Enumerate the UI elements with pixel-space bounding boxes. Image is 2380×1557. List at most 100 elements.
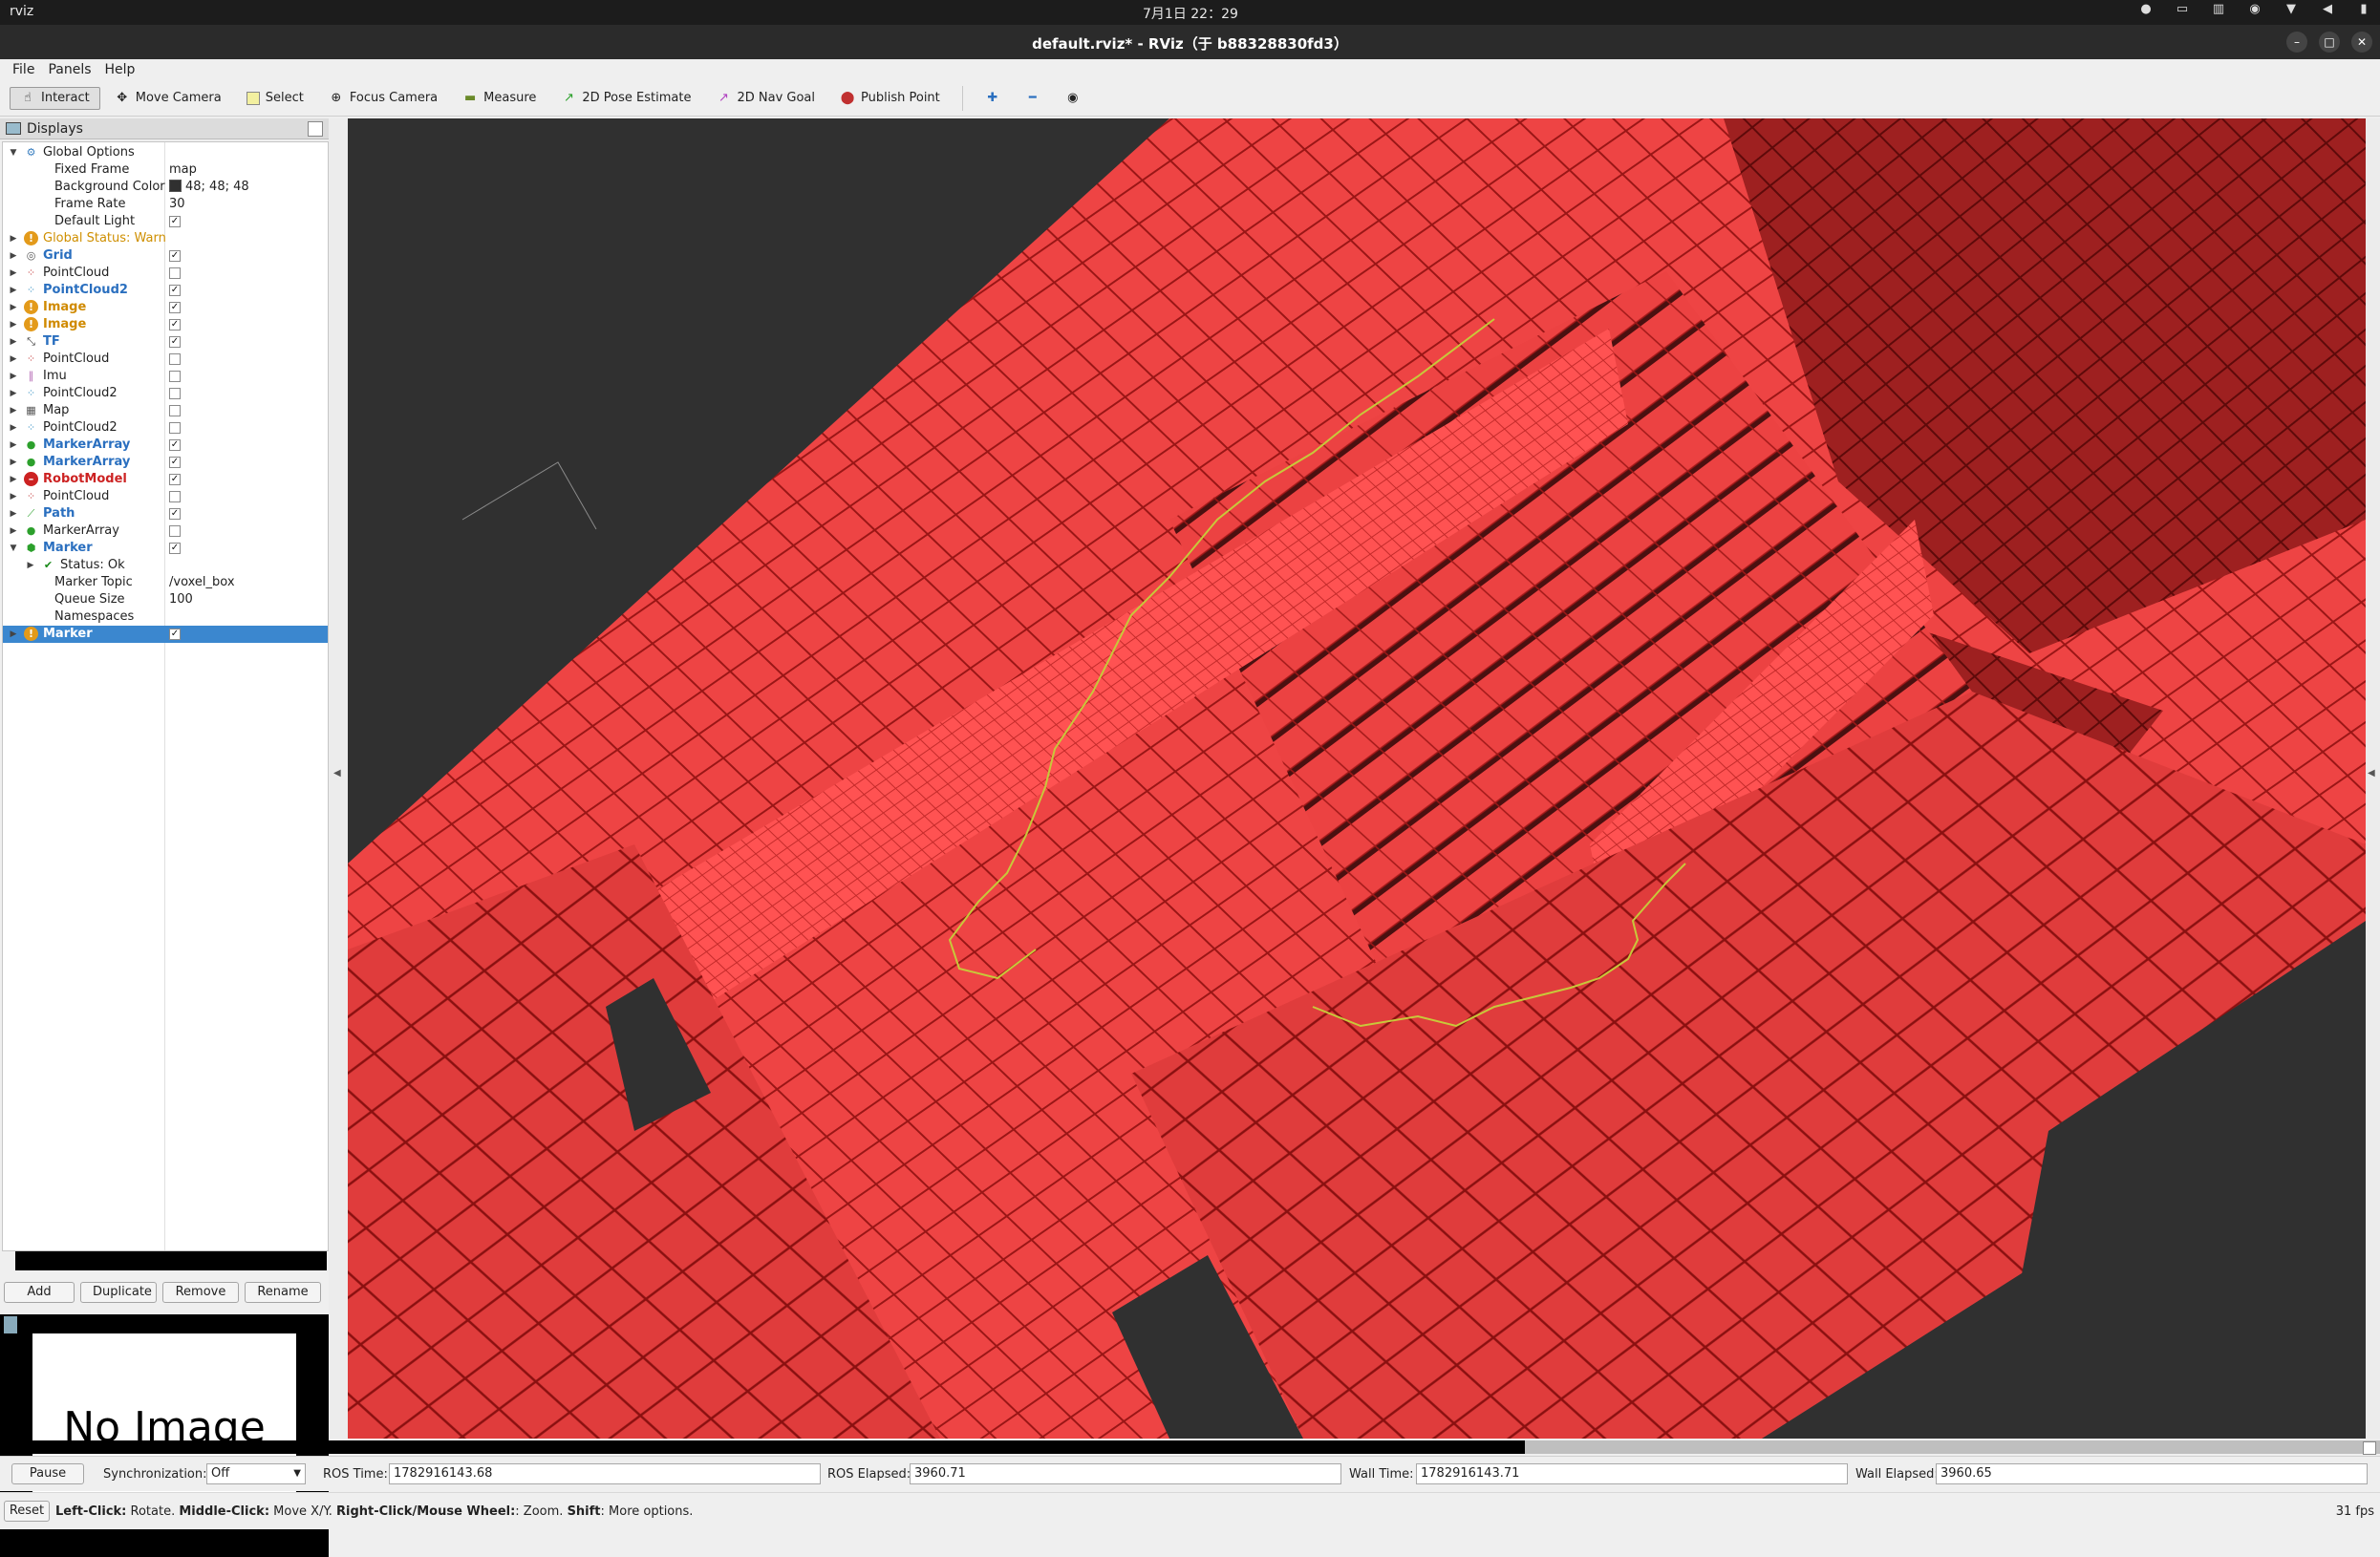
tree-row-value[interactable]: 48; 48; 48 [185, 180, 249, 194]
tree-row[interactable]: ▶! Global Status: Warn [3, 230, 328, 247]
tree-row[interactable]: ▶ ▦ Map [3, 402, 328, 419]
expand-arrow-icon[interactable]: ▶ [9, 333, 18, 351]
tree-row[interactable]: ▶ ● MarkerArray [3, 523, 328, 540]
add-display-button[interactable]: Add [4, 1282, 75, 1303]
tree-row[interactable]: ▶ ⁘ PointCloud2 ✓ [3, 282, 328, 299]
tree-row[interactable]: Background Color 48; 48; 48 [3, 179, 328, 196]
tree-row[interactable]: Namespaces [3, 608, 328, 626]
tool-focus-camera[interactable]: ⊕ Focus Camera [318, 87, 448, 110]
enable-checkbox[interactable] [169, 422, 181, 434]
expand-arrow-icon[interactable]: ▶ [9, 523, 18, 540]
color-swatch[interactable] [169, 180, 182, 192]
expand-arrow-icon[interactable]: ▶ [26, 557, 35, 574]
expand-arrow-icon[interactable]: ▶ [9, 316, 18, 333]
left-splitter[interactable]: ◀ [329, 118, 348, 1439]
enable-checkbox[interactable] [169, 371, 181, 382]
volume-icon[interactable]: ◀ [2321, 3, 2334, 16]
battery-icon[interactable]: ▮ [2357, 3, 2370, 16]
expand-arrow-icon[interactable]: ▶ [9, 247, 18, 265]
tool-measure[interactable]: ▬ Measure [452, 87, 547, 110]
rename-display-button[interactable]: Rename [245, 1282, 321, 1303]
tool-interact[interactable]: ☝ Interact [10, 86, 100, 110]
undock-button[interactable] [308, 121, 323, 137]
tree-row[interactable]: ▶ ⤡ TF ✓ [3, 333, 328, 351]
enable-checkbox[interactable] [169, 525, 181, 537]
tree-row-value[interactable]: map [169, 162, 197, 177]
tree-row[interactable]: Default Light ✓ [3, 213, 328, 230]
tree-row[interactable]: ▶ ⁘ PointCloud [3, 351, 328, 368]
system-clock[interactable]: 7月1日 22：29 [1143, 4, 1238, 23]
enable-checkbox[interactable]: ✓ [169, 508, 181, 520]
expand-arrow-icon[interactable]: ▶ [9, 368, 18, 385]
tree-row[interactable]: Marker Topic/voxel_box [3, 574, 328, 591]
menu-help[interactable]: Help [98, 59, 142, 80]
tree-row-value[interactable]: 30 [169, 197, 185, 211]
duplicate-display-button[interactable]: Duplicate [80, 1282, 157, 1303]
tree-row[interactable]: ▼ ⬢ Marker ✓ [3, 540, 328, 557]
minimize-icon[interactable]: – [2286, 32, 2307, 53]
enable-checkbox[interactable]: ✓ [169, 319, 181, 331]
expand-arrow-icon[interactable]: ▶ [9, 402, 18, 419]
displays-tree[interactable]: ▼ ⚙ Global Options Fixed Frame map Background… [2, 141, 329, 1251]
menu-panels[interactable]: Panels [41, 59, 97, 80]
expand-arrow-icon[interactable]: ▶ [9, 471, 18, 488]
pause-button[interactable]: Pause [11, 1463, 84, 1484]
app-indicator-icon[interactable]: ◉ [2248, 3, 2262, 16]
expand-arrow-icon[interactable]: ▶ [9, 488, 18, 505]
enable-checkbox[interactable]: ✓ [169, 457, 181, 468]
tool-move-camera[interactable]: ✥ Move Camera [104, 87, 232, 110]
expand-arrow-icon[interactable]: ▶ [9, 626, 18, 643]
tree-row[interactable]: ▶ – RobotModel ✓ [3, 471, 328, 488]
collapse-right-icon[interactable]: ◀ [2368, 768, 2375, 778]
reset-button[interactable]: Reset [4, 1501, 50, 1522]
keyboard-icon[interactable]: ▭ [2176, 3, 2189, 16]
render-viewport[interactable] [348, 118, 2366, 1439]
enable-checkbox[interactable] [169, 491, 181, 502]
tree-row[interactable]: ▶ ⁘ PointCloud2 [3, 385, 328, 402]
enable-checkbox[interactable]: ✓ [169, 439, 181, 451]
expand-arrow-icon[interactable]: ▶ [9, 351, 18, 368]
stats-icon[interactable]: ▥ [2212, 3, 2225, 16]
tree-row-value-cell[interactable]: map [169, 161, 197, 179]
tree-row[interactable]: ▶ ⁘ PointCloud [3, 488, 328, 505]
tree-row[interactable]: Frame Rate 30 [3, 196, 328, 213]
close-icon[interactable]: ✕ [2351, 32, 2372, 53]
enable-checkbox[interactable]: ✓ [169, 285, 181, 296]
wall-elapsed-field[interactable]: 3960.65 [1936, 1463, 2368, 1484]
system-app-name[interactable]: rviz [10, 4, 33, 19]
expand-arrow-icon[interactable]: ▶ [9, 282, 18, 299]
remove-tool-button[interactable]: ━ [1015, 87, 1051, 110]
tree-row[interactable]: ▼ ⚙ Global Options [3, 144, 328, 161]
enable-checkbox[interactable] [169, 405, 181, 416]
wall-time-field[interactable]: 1782916143.71 [1416, 1463, 1848, 1484]
tree-row-value-cell[interactable]: 30 [169, 196, 185, 213]
tree-row[interactable]: ▶ ∥ Imu [3, 368, 328, 385]
tool-2d-nav-goal[interactable]: ↗ 2D Nav Goal [705, 87, 825, 110]
add-tool-button[interactable]: ✚ [975, 87, 1011, 110]
tool-publish-point[interactable]: ⬤ Publish Point [829, 87, 951, 110]
enable-checkbox[interactable]: ✓ [169, 302, 181, 313]
expand-arrow-icon[interactable]: ▶ [9, 265, 18, 282]
tree-row[interactable]: ▶! Image ✓ [3, 299, 328, 316]
collapse-arrow-icon[interactable]: ▼ [9, 144, 18, 161]
collapse-left-icon[interactable]: ◀ [333, 768, 341, 778]
mic-icon[interactable]: ● [2139, 3, 2153, 16]
enable-checkbox[interactable] [169, 267, 181, 279]
expand-arrow-icon[interactable]: ▶ [9, 454, 18, 471]
tree-row[interactable]: Fixed Frame map [3, 161, 328, 179]
enable-checkbox[interactable] [169, 388, 181, 399]
tool-properties-button[interactable]: ◉ [1055, 87, 1091, 110]
sync-combo[interactable]: Off ▼ [206, 1463, 306, 1484]
right-splitter[interactable]: ◀ [2366, 118, 2380, 1439]
expand-arrow-icon[interactable]: ▶ [9, 505, 18, 523]
tree-row-value-cell[interactable]: /voxel_box [169, 574, 235, 591]
tree-row-value[interactable]: /voxel_box [169, 575, 235, 589]
expand-arrow-icon[interactable]: ▶ [9, 437, 18, 454]
tool-2d-pose-estimate[interactable]: ↗ 2D Pose Estimate [550, 87, 701, 110]
tree-row[interactable]: Queue Size 100 [3, 591, 328, 608]
tree-row-value-cell[interactable]: 100 [169, 591, 193, 608]
expand-arrow-icon[interactable]: ▶ [9, 230, 18, 247]
enable-checkbox[interactable]: ✓ [169, 336, 181, 348]
tree-row[interactable]: ▶ ◎ Grid ✓ [3, 247, 328, 265]
tree-row-value-cell[interactable]: 48; 48; 48 [169, 179, 249, 196]
